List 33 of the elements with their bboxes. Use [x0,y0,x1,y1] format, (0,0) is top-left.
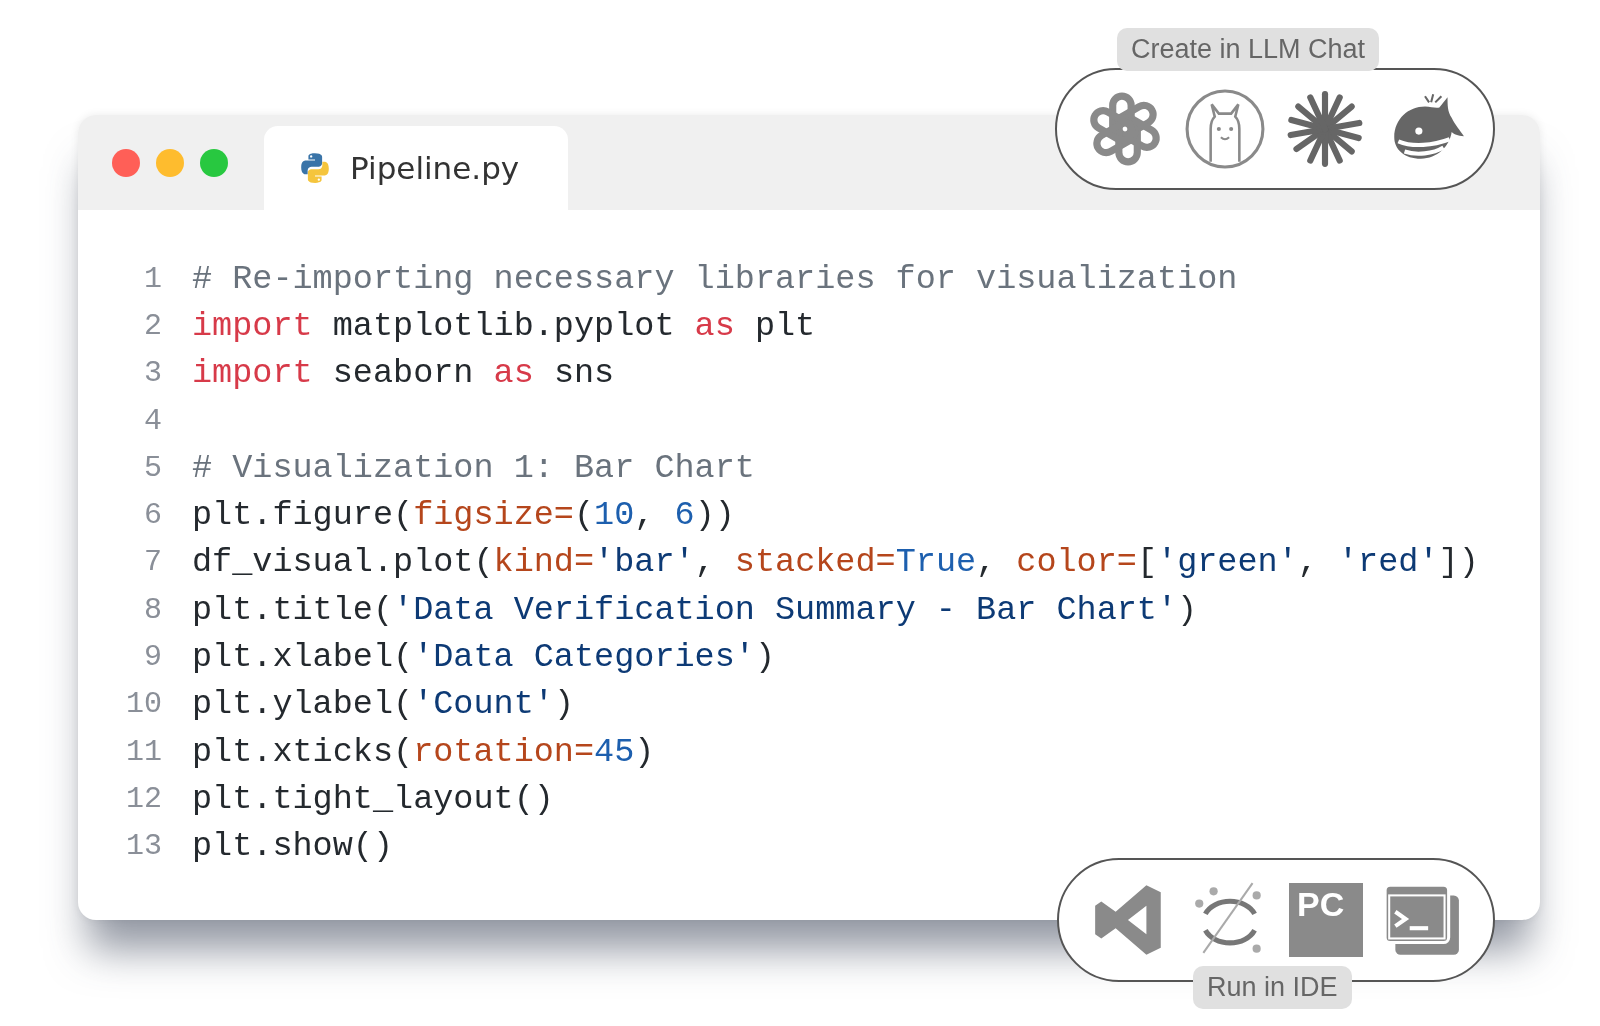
line-number: 4 [143,403,163,438]
line-number: 3 [143,356,163,391]
code-line: plt.ylabel('Count') [192,685,574,724]
line-number: 8 [143,592,163,627]
code-line: df_visual.plot(kind='bar', stacked=True, color=['green', 'red']) [192,543,1479,582]
window-control-dot[interactable] [156,148,184,177]
line-number: 2 [143,308,163,343]
file-tab[interactable]: Pipeline.py [264,126,568,210]
code-line: import matplotlib.pyplot as plt [192,306,816,345]
line-number: 5 [143,450,163,485]
window-control-dot[interactable] [200,148,228,177]
panel-label: Create in LLM Chat [1117,28,1380,71]
line-number: 1 [143,261,163,296]
code-line: plt.xlabel('Data Categories') [192,638,775,676]
code-line: plt.xticks(rotation=45) [192,732,655,771]
window-control-dot[interactable] [112,148,140,177]
line-number: 11 [125,734,163,769]
code-line: # Visualization 1: Bar Chart [192,448,755,487]
line-number: 7 [143,545,163,580]
python-icon [298,151,332,185]
code-line: # Re-importing necessary libraries for visualization [192,259,1238,298]
line-number: 9 [143,640,163,674]
line-number: 6 [143,498,163,533]
code-line: plt.show() [192,827,394,866]
code-line: import seaborn as sns [192,354,615,393]
code-line: plt.figure(figsize=(10, 6)) [192,496,735,535]
code-line: plt.title('Data Verification Summary - Bar Chart') [192,590,1198,629]
line-number: 10 [125,687,163,722]
llama-icon[interactable] [1184,88,1266,170]
line-number: 12 [125,781,163,816]
line-number: 13 [125,829,163,864]
code-line: plt.tight_layout() [192,779,554,818]
panel-label: Run in IDE [1193,966,1352,1009]
